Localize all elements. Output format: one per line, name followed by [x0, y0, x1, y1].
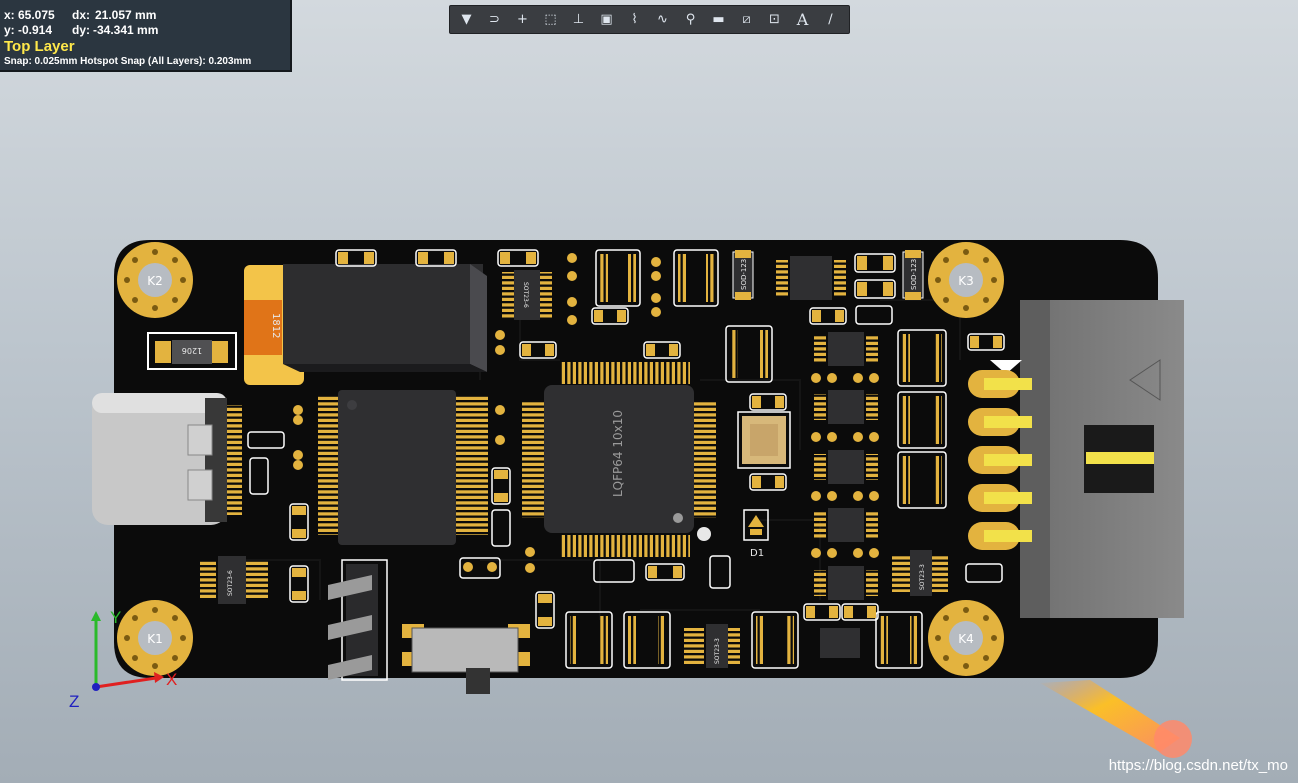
svg-text:1206: 1206: [182, 346, 202, 355]
mount-hole-k4[interactable]: K4: [928, 600, 1004, 676]
probe-tip: [1154, 720, 1192, 758]
svg-text:SOT23-3: SOT23-3: [714, 638, 721, 664]
fill-icon[interactable]: ▬: [708, 9, 729, 30]
inductor-block[interactable]: [283, 264, 487, 372]
svg-text:SOT23-6: SOT23-6: [522, 282, 529, 308]
string-icon[interactable]: A: [792, 9, 813, 30]
sod-123-b[interactable]: SOD-123: [902, 250, 924, 300]
mount-hole-label: K2: [147, 274, 163, 288]
mount-hole-label: K4: [958, 632, 974, 646]
axis-y-label: Y: [110, 608, 122, 627]
svg-text:SOD-123: SOD-123: [740, 259, 748, 290]
svg-text:SOT23-3: SOT23-3: [919, 564, 926, 590]
y-label: y:: [4, 23, 15, 37]
axis-x-label: X: [166, 670, 178, 689]
dimension-icon[interactable]: ⊡: [764, 9, 785, 30]
pcb-3d-view[interactable]: K2 K1 K3 K4 1812 1206 LQFP64 10x10 D1 SO…: [0, 0, 1298, 783]
sod-123-a[interactable]: SOD-123: [732, 250, 754, 300]
interactive-route-icon[interactable]: ⊃: [484, 9, 505, 30]
sop-chip[interactable]: [318, 390, 488, 545]
current-layer: Top Layer: [4, 38, 75, 55]
dx-value: 21.057 mm: [95, 8, 157, 22]
active-bar-toolbar: ▼ ⊃ + ⬚ ⊥ ▣ ⌇ ∿ ⚲ ▬ ⧄ ⊡ A ∕: [449, 5, 850, 34]
diff-pair-icon[interactable]: ∿: [652, 9, 673, 30]
fiducial: [697, 527, 711, 541]
dx-label: dx:: [72, 8, 90, 22]
axis-z-label: Z: [69, 692, 80, 711]
usb-c-connector[interactable]: [92, 393, 242, 525]
via-icon[interactable]: ⚲: [680, 9, 701, 30]
sot23-3-a[interactable]: SOT23-3: [684, 624, 740, 668]
snap-info: Snap: 0.025mm Hotspot Snap (All Layers):…: [4, 56, 252, 67]
mount-hole-label: K3: [958, 274, 974, 288]
y-value: -0.914: [18, 23, 53, 37]
watermark: https://blog.csdn.net/tx_mo: [1108, 757, 1288, 774]
x-label: x:: [4, 8, 15, 22]
svg-text:LQFP64 10x10: LQFP64 10x10: [611, 410, 625, 497]
line-icon[interactable]: ∕: [820, 9, 841, 30]
component-icon[interactable]: ▣: [596, 9, 617, 30]
crystal[interactable]: [737, 411, 791, 469]
axis-gizmo: [91, 611, 164, 691]
mount-hole-k3[interactable]: K3: [928, 242, 1004, 318]
svg-text:SOD-123: SOD-123: [910, 259, 918, 290]
dy-value: -34.341 mm: [93, 23, 159, 37]
cross-probe-icon[interactable]: +: [512, 9, 533, 30]
region-icon[interactable]: ⧄: [736, 9, 757, 30]
dy-label: dy:: [72, 23, 90, 37]
slide-switch[interactable]: [402, 624, 530, 694]
svg-text:SOT23-6: SOT23-6: [227, 570, 234, 596]
align-icon[interactable]: ⊥: [568, 9, 589, 30]
mcu-lqfp64[interactable]: LQFP64 10x10: [522, 362, 716, 557]
sot23-6-a[interactable]: SOT23-6: [502, 270, 552, 320]
svg-text:1812: 1812: [270, 313, 281, 338]
coordinate-hud: x: 65.075 dx: 21.057 mm y: -0.914 dy: -3…: [0, 0, 292, 72]
route-icon[interactable]: ⌇: [624, 9, 645, 30]
select-rect-icon[interactable]: ⬚: [540, 9, 561, 30]
sot23-3-b[interactable]: SOT23-3: [892, 550, 948, 596]
x-value: 65.075: [18, 8, 55, 22]
sot23-6-b[interactable]: SOT23-6: [200, 556, 268, 604]
mount-hole-k2[interactable]: K2: [117, 242, 193, 318]
svg-text:D1: D1: [750, 548, 764, 559]
filter-icon[interactable]: ▼: [456, 9, 477, 30]
